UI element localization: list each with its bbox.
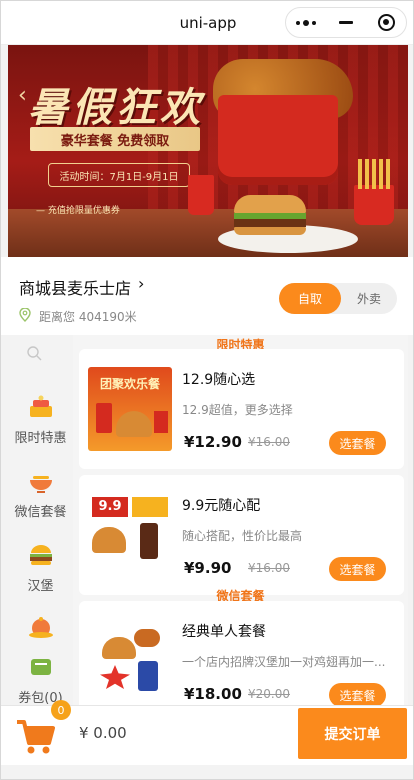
category-sidebar: 限时特惠 微信套餐 汉堡 券包(0) [8, 335, 73, 706]
product-card[interactable]: 9.9 9.9元随心配 随心搭配，性价比最高 ¥9.90 ¥16.00 选套餐 [79, 475, 404, 595]
product-card[interactable]: 经典单人套餐 一个店内招牌汉堡加一对鸡翅再加一... ¥18.00 ¥20.00… [79, 601, 404, 705]
product-name: 12.9随心选 [182, 372, 256, 388]
sidebar-item-label: 微信套餐 [14, 505, 67, 520]
tab-pickup[interactable]: 自取 [279, 283, 341, 314]
product-old-price: ¥16.00 [248, 561, 290, 575]
more-dots-icon [296, 19, 316, 26]
more-button[interactable] [288, 9, 324, 37]
coupon-icon [30, 659, 51, 675]
order-mode-toggle: 自取 外卖 [279, 283, 397, 314]
shopping-cart-icon[interactable] [15, 716, 57, 756]
banner-prev-icon[interactable]: ‹ [18, 83, 27, 108]
product-name: 经典单人套餐 [182, 624, 266, 640]
product-desc: 随心搭配，性价比最高 [182, 529, 303, 543]
product-image: 9.9 [88, 493, 172, 577]
choose-set-button[interactable]: 选套餐 [329, 683, 386, 705]
choose-set-button[interactable]: 选套餐 [329, 431, 386, 455]
product-old-price: ¥16.00 [248, 435, 290, 449]
product-card[interactable]: 团聚欢乐餐 12.9随心选 12.9超值，更多选择 ¥12.90 ¥16.00 … [79, 349, 404, 469]
product-price: ¥9.90 [184, 559, 232, 577]
promo-banner[interactable]: ‹ 暑假狂欢 豪华套餐 免费领取 活动时间：7月1日-9月1日 — 充值抢限量优… [8, 45, 408, 257]
minimize-button[interactable] [328, 9, 364, 37]
product-image-text: 9.9 [92, 497, 128, 517]
store-info: 商城县麦乐士店 › 距离您 404190米 自取 外卖 [1, 257, 413, 335]
sidebar-item-coupons[interactable]: 券包(0) [8, 653, 73, 706]
product-price: ¥18.00 [184, 685, 242, 703]
banner-subtitle: 豪华套餐 免费领取 [30, 127, 200, 151]
location-pin-icon [19, 308, 31, 322]
chicken-bucket-image [218, 95, 338, 185]
bowl-icon [29, 476, 52, 493]
banner-date: 活动时间：7月1日-9月1日 [48, 163, 190, 187]
dish-icon [28, 617, 53, 638]
product-image-text: 团聚欢乐餐 [99, 377, 160, 391]
banner-title: 暑假狂欢 [28, 85, 204, 131]
cake-icon [29, 395, 52, 417]
product-price: ¥12.90 [184, 433, 242, 451]
navigation-bar: uni-app [1, 1, 413, 45]
bottom-spacer [1, 765, 413, 779]
app-frame: uni-app ‹ 暑假狂欢 豪华套餐 免费领取 活动时间：7月1日-9月1日 … [0, 0, 414, 780]
product-image: 团聚欢乐餐 [88, 367, 172, 451]
product-image [88, 619, 172, 703]
target-icon [377, 14, 395, 31]
sidebar-item-burger[interactable]: 汉堡 [8, 541, 73, 594]
sidebar-item-wechat-set[interactable]: 微信套餐 [8, 467, 73, 520]
choose-set-button[interactable]: 选套餐 [329, 557, 386, 581]
product-old-price: ¥20.00 [248, 687, 290, 701]
product-list[interactable]: 限时特惠 团聚欢乐餐 12.9随心选 12.9超值，更多选择 ¥12.90 ¥1… [73, 335, 408, 705]
cart-count-badge: 0 [51, 700, 71, 720]
cart-total: ¥ 0.00 [79, 724, 127, 742]
banner-coupon-text: — 充值抢限量优惠券 [36, 206, 120, 216]
close-button[interactable] [368, 9, 404, 37]
minus-icon [339, 21, 353, 24]
product-desc: 12.9超值，更多选择 [182, 403, 293, 417]
product-name: 9.9元随心配 [182, 498, 261, 514]
sidebar-item-label: 汉堡 [27, 579, 54, 594]
search-icon[interactable] [26, 345, 42, 361]
mini-program-capsule [285, 7, 407, 38]
store-distance: 距离您 404190米 [39, 310, 137, 324]
fries-image [354, 159, 394, 225]
burger-image [234, 195, 306, 235]
tab-delivery[interactable]: 外卖 [341, 283, 397, 314]
page-title: uni-app [179, 13, 237, 32]
chevron-right-icon[interactable]: › [138, 274, 144, 293]
store-name[interactable]: 商城县麦乐士店 [19, 275, 131, 299]
sidebar-item-label: 限时特惠 [14, 431, 67, 446]
burger-icon [29, 545, 52, 565]
drink-cup-image [188, 175, 214, 215]
sidebar-item-limited[interactable]: 限时特惠 [8, 393, 73, 446]
sidebar-item-dish[interactable] [8, 615, 73, 649]
submit-order-button[interactable]: 提交订单 [298, 708, 407, 759]
cart-bar: 0 ¥ 0.00 提交订单 [1, 700, 413, 765]
product-desc: 一个店内招牌汉堡加一对鸡翅再加一... [182, 655, 386, 669]
